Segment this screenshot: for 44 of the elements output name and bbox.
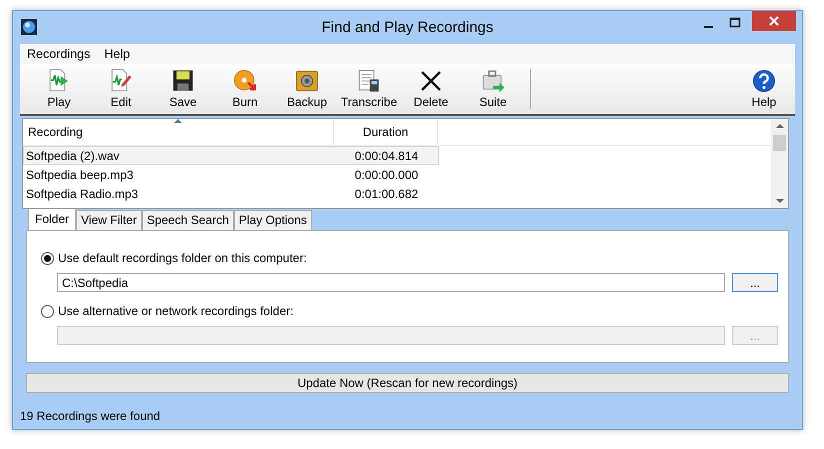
browse-button[interactable]: ...: [732, 273, 778, 292]
radio-label: Use alternative or network recordings folder:: [58, 304, 294, 318]
help-button[interactable]: Help: [733, 66, 795, 114]
tab[interactable]: Play Options: [234, 210, 312, 230]
table-row[interactable]: Softpedia Radio.mp3 0:01:00.682: [23, 184, 439, 203]
scrollbar[interactable]: [771, 119, 788, 208]
close-button[interactable]: [752, 11, 796, 31]
table-cell-text: 0:00:00.000: [354, 168, 420, 182]
update-button[interactable]: Update Now (Rescan for new recordings): [26, 373, 789, 393]
table-cell-text: Softpedia beep.mp3: [25, 168, 134, 182]
sort-caret-icon: [174, 119, 182, 123]
table-cell-text: 0:01:00.682: [354, 186, 420, 200]
burn-button[interactable]: Burn: [214, 66, 276, 114]
column-header[interactable]: Recording: [23, 119, 334, 145]
suite-button[interactable]: Suite: [462, 66, 524, 114]
tab[interactable]: Folder: [28, 208, 76, 230]
briefcase-arrow-icon: [480, 68, 506, 94]
column-header[interactable]: Duration: [334, 119, 438, 145]
radio-button[interactable]: [41, 252, 54, 264]
radio-label: Use default recordings folder on this computer:: [58, 251, 307, 265]
table-row[interactable]: Softpedia (2).wav 0:00:04.814: [23, 146, 439, 165]
document-recorder-icon: [356, 68, 382, 94]
status-text: 19 Recordings were found: [20, 408, 162, 425]
globe-icon: [21, 19, 37, 35]
table-cell-text: Softpedia Radio.mp3: [25, 186, 140, 200]
window-title: Find and Play Recordings: [322, 19, 494, 36]
transcribe-button[interactable]: Transcribe: [338, 66, 400, 114]
close-icon: [768, 15, 780, 27]
tab[interactable]: View Filter: [76, 210, 142, 230]
table-cell-text: 0:00:04.814: [354, 148, 420, 162]
edit-button[interactable]: Edit: [90, 66, 152, 114]
table-row[interactable]: Softpedia beep.mp3 0:00:00.000: [23, 165, 439, 184]
scroll-thumb[interactable]: [773, 135, 786, 151]
tab[interactable]: Speech Search: [142, 210, 234, 230]
backup-button[interactable]: Backup: [276, 66, 338, 114]
delete-button[interactable]: Delete: [400, 66, 462, 114]
help-icon: [751, 68, 777, 94]
play-button[interactable]: Play: [28, 66, 90, 114]
safe-icon: [294, 68, 320, 94]
save-button[interactable]: Save: [152, 66, 214, 114]
menu-item[interactable]: Recordings: [27, 47, 90, 61]
folder-path-field[interactable]: C:\Softpedia: [57, 273, 726, 292]
menu-item[interactable]: Help: [104, 47, 130, 61]
table-cell-text: Softpedia (2).wav: [25, 148, 120, 162]
